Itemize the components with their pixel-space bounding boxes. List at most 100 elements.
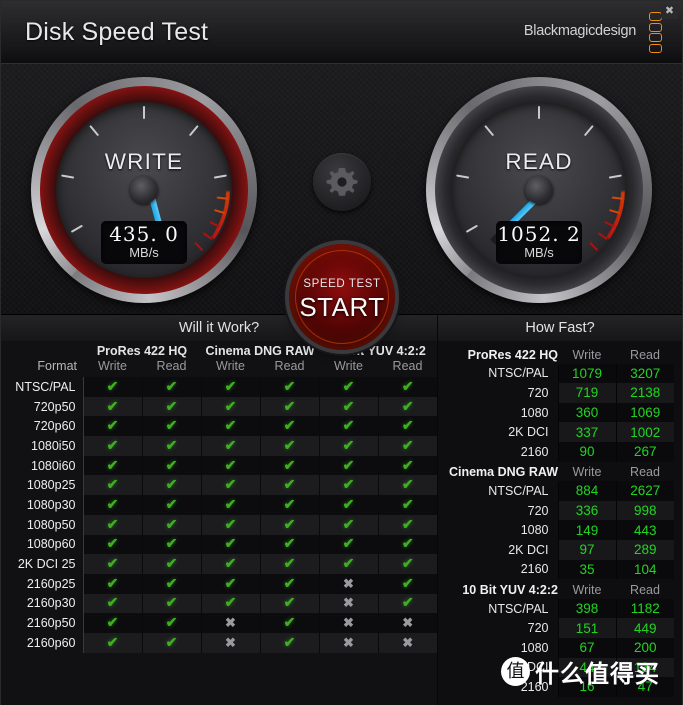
cross-icon: ✖ xyxy=(343,634,354,650)
support-cell: ✔ xyxy=(377,573,437,594)
support-cell: ✔ xyxy=(141,475,201,496)
format-label: 1080i50 xyxy=(1,436,84,456)
table-row: 720 151 449 xyxy=(444,618,674,638)
write-unit: MB/s xyxy=(129,245,159,260)
write-speed-value: 360 xyxy=(557,402,616,423)
check-icon: ✔ xyxy=(165,456,178,473)
check-icon: ✔ xyxy=(401,417,414,434)
cross-icon: ✖ xyxy=(343,615,354,631)
support-cell: ✔ xyxy=(318,475,378,496)
support-cell: ✖ xyxy=(200,613,260,633)
support-cell: ✔ xyxy=(377,416,437,437)
disk-speed-test-window: Disk Speed Test Blackmagicdesign ✖ WRITE… xyxy=(0,0,683,705)
write-speed-value: 35 xyxy=(557,559,616,580)
check-icon: ✔ xyxy=(342,476,355,493)
write-gauge: WRITE 435. 0 MB/s xyxy=(31,77,257,303)
support-cell: ✔ xyxy=(259,396,319,417)
support-cell: ✔ xyxy=(318,514,378,535)
check-icon: ✔ xyxy=(342,456,355,473)
support-cell: ✔ xyxy=(141,613,201,633)
start-button-label: START xyxy=(299,292,385,322)
support-cell: ✖ xyxy=(377,632,437,653)
write-speed-value: 97 xyxy=(557,539,616,560)
support-cell: ✔ xyxy=(259,632,319,653)
support-cell: ✔ xyxy=(377,396,437,417)
check-icon: ✔ xyxy=(224,515,237,532)
group-name: 10 Bit YUV 4:2:2 xyxy=(462,582,558,597)
how-fast-group-header: Cinema DNG RAW Write Read xyxy=(444,462,674,482)
resolution-label: 1080 xyxy=(520,523,549,538)
support-cell: ✔ xyxy=(259,593,319,614)
check-icon: ✔ xyxy=(401,476,414,493)
read-readout: 1052. 2 MB/s xyxy=(496,221,582,264)
check-icon: ✔ xyxy=(165,397,178,414)
support-cell: ✔ xyxy=(318,377,378,397)
support-cell: ✔ xyxy=(82,495,142,515)
column-header-write: Write xyxy=(98,359,127,373)
write-speed-value: 398 xyxy=(557,598,616,619)
format-label: 2160p50 xyxy=(1,613,84,633)
check-icon: ✔ xyxy=(224,397,237,414)
check-icon: ✔ xyxy=(106,633,119,650)
check-icon: ✔ xyxy=(106,594,119,611)
check-icon: ✔ xyxy=(106,397,119,414)
read-speed-value: 449 xyxy=(615,618,674,638)
check-icon: ✔ xyxy=(401,495,414,512)
write-speed-value: 1079 xyxy=(557,363,616,384)
support-cell: ✔ xyxy=(82,514,142,535)
table-row: 720 336 998 xyxy=(444,500,674,521)
support-cell: ✔ xyxy=(82,475,142,496)
check-icon: ✔ xyxy=(224,495,237,512)
support-cell: ✔ xyxy=(259,554,319,574)
check-icon: ✔ xyxy=(224,456,237,473)
check-icon: ✔ xyxy=(224,476,237,493)
column-header-read: Read xyxy=(630,347,660,362)
write-speed-value: 151 xyxy=(557,618,616,638)
read-speed-value: 443 xyxy=(615,520,674,540)
close-icon[interactable]: ✖ xyxy=(661,4,678,19)
cross-icon: ✖ xyxy=(343,575,354,591)
check-icon: ✔ xyxy=(401,594,414,611)
table-row: 2K DCI 44 134 xyxy=(444,657,674,678)
column-header-write: Write xyxy=(572,582,602,597)
support-cell: ✔ xyxy=(200,573,260,594)
gear-icon[interactable] xyxy=(313,153,371,211)
support-cell: ✔ xyxy=(377,436,437,456)
support-cell: ✔ xyxy=(259,455,319,476)
check-icon: ✔ xyxy=(342,436,355,453)
check-icon: ✔ xyxy=(342,417,355,434)
brand-text: Blackmagicdesign xyxy=(523,23,636,39)
check-icon: ✔ xyxy=(401,555,414,572)
support-cell: ✔ xyxy=(141,534,201,555)
read-speed-value: 134 xyxy=(615,657,674,678)
check-icon: ✔ xyxy=(106,495,119,512)
format-label: NTSC/PAL xyxy=(1,377,84,397)
check-icon: ✔ xyxy=(224,535,237,552)
table-row: 1080p60 ✔ ✔ ✔ ✔ ✔ ✔ xyxy=(1,534,437,555)
format-label: 1080p30 xyxy=(1,495,84,515)
start-button[interactable]: SPEED TEST START xyxy=(289,244,395,350)
check-icon: ✔ xyxy=(283,594,296,611)
meters-panel: WRITE 435. 0 MB/s READ 1052. 2 MB/s SPEE… xyxy=(1,64,682,350)
table-row: 2160 35 104 xyxy=(444,559,674,580)
group-name: Cinema DNG RAW xyxy=(448,465,558,480)
check-icon: ✔ xyxy=(224,555,237,572)
support-cell: ✔ xyxy=(200,455,260,476)
check-icon: ✔ xyxy=(283,495,296,512)
read-gauge-hub xyxy=(525,176,553,204)
will-it-work-table: ProRes 422 HQ Cinema DNG RAW 10 Bit YUV 4:… xyxy=(1,341,437,653)
cross-icon: ✖ xyxy=(402,615,414,631)
resolution-label: NTSC/PAL xyxy=(488,366,549,381)
format-label: 2160p25 xyxy=(1,573,84,594)
check-icon: ✔ xyxy=(401,535,414,552)
write-value: 435. 0 xyxy=(109,222,179,246)
support-cell: ✔ xyxy=(200,534,260,555)
format-label: 2160p30 xyxy=(1,593,84,614)
subheader-row: Format Write Read Write Read Write Read xyxy=(1,359,437,377)
column-header-write: Write xyxy=(216,359,245,373)
write-speed-value: 44 xyxy=(557,657,616,678)
check-icon: ✔ xyxy=(165,555,178,572)
table-row: 1080 360 1069 xyxy=(444,402,674,423)
check-icon: ✔ xyxy=(283,515,296,532)
support-cell: ✔ xyxy=(82,436,142,456)
